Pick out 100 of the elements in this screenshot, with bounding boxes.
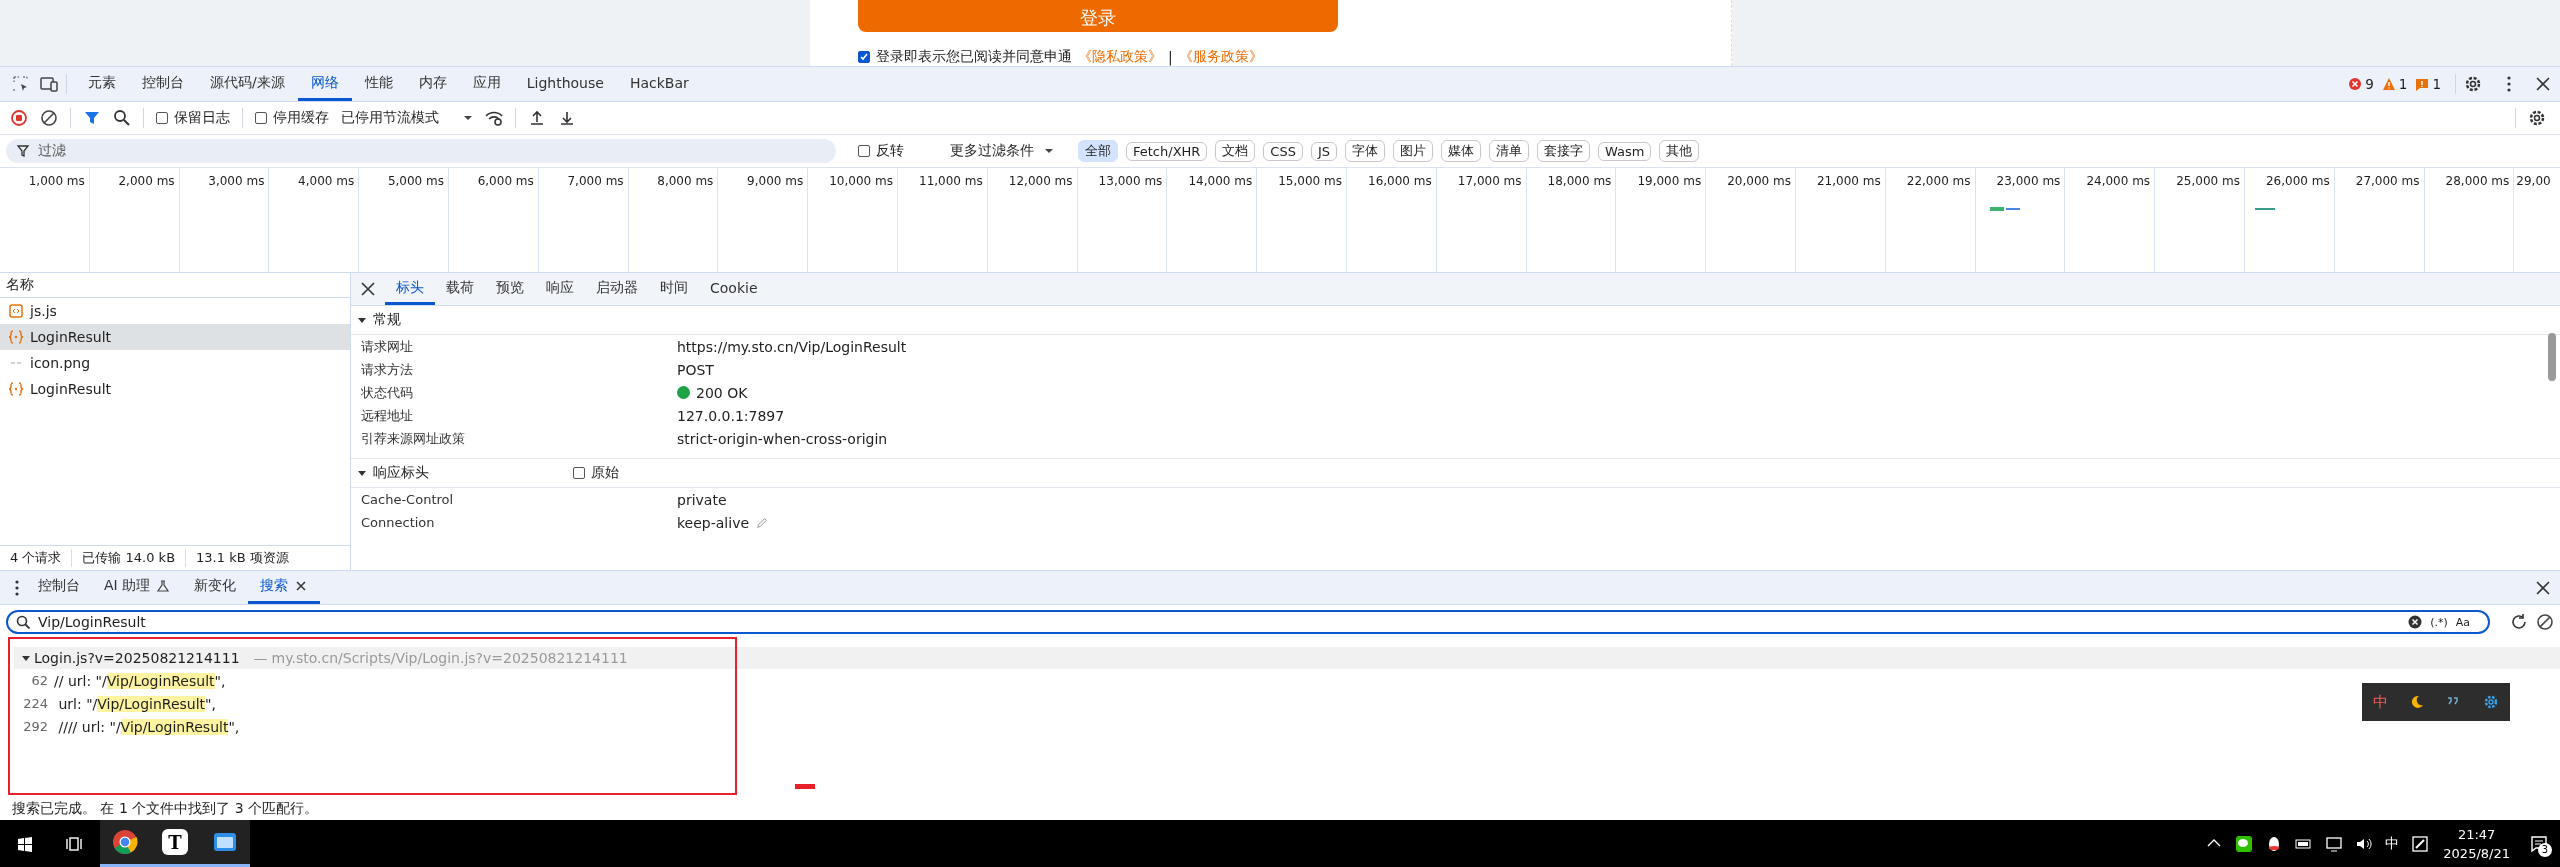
ime-indicator[interactable]: 中 — [2385, 834, 2400, 853]
checkbox-label[interactable]: 反转 — [876, 142, 904, 160]
type-filter-chip[interactable]: 套接字 — [1537, 140, 1591, 162]
time-tick: 9,000 ms — [718, 168, 809, 272]
panel-tab[interactable]: Lighthouse — [513, 67, 617, 101]
type-filter-chip[interactable]: 图片 — [1393, 140, 1434, 162]
drawer-tab[interactable]: 新变化 — [182, 571, 249, 604]
column-header[interactable]: 名称 — [0, 273, 350, 298]
checkbox-label[interactable]: 停用缓存 — [273, 109, 329, 127]
type-filter-chip[interactable]: Fetch/XHR — [1126, 141, 1208, 161]
more-filters-dropdown[interactable]: 更多过滤条件 — [950, 142, 1054, 160]
type-filter-chip[interactable]: Wasm — [1598, 141, 1652, 161]
checkbox[interactable] — [156, 112, 168, 124]
search-field[interactable]: Vip/LoginResult (.*) Aa — [6, 610, 2490, 634]
regex-toggle[interactable]: (.*) — [2430, 615, 2448, 629]
time-tick: 12,000 ms — [987, 168, 1078, 272]
expand-toggle[interactable] — [22, 654, 30, 662]
checkbox[interactable] — [858, 51, 870, 63]
checkbox[interactable] — [573, 467, 585, 479]
scrollbar-thumb[interactable] — [2548, 333, 2556, 381]
type-filter-chip[interactable]: 其他 — [1659, 140, 1700, 162]
drawer-tab[interactable]: 控制台 — [26, 571, 92, 604]
panel-tab[interactable]: 应用 — [459, 67, 514, 101]
ime-mode-toggle[interactable]: 中 — [2372, 692, 2388, 712]
chat-app-icon[interactable] — [2235, 834, 2254, 853]
warning-count[interactable]: 1 — [2398, 76, 2408, 92]
info-count[interactable]: 1 — [2432, 76, 2441, 92]
drawer-tab[interactable]: 搜索 — [248, 571, 321, 604]
taskbar-app[interactable]: T — [150, 820, 200, 867]
taskbar-app[interactable] — [100, 820, 150, 867]
panel-tab[interactable]: 控制台 — [129, 67, 197, 101]
checkbox[interactable] — [255, 112, 267, 124]
close-icon[interactable] — [294, 579, 309, 593]
taskbar-app[interactable] — [200, 820, 250, 867]
panel-tab[interactable]: 内存 — [405, 67, 460, 101]
type-filter-chip[interactable]: 文档 — [1215, 140, 1256, 162]
checkbox-label[interactable]: 保留日志 — [174, 109, 230, 127]
request-row[interactable]: icon.png — [0, 350, 350, 376]
detail-tab[interactable]: 时间 — [649, 273, 699, 305]
search-status: 搜索已完成。 在 1 个文件中找到了 3 个匹配行。 — [11, 799, 320, 818]
error-count[interactable]: 9 — [2365, 76, 2374, 92]
checkbox-label[interactable]: 原始 — [591, 464, 619, 482]
issue-icon[interactable] — [2415, 77, 2430, 91]
close-icon[interactable] — [2534, 578, 2552, 597]
request-row[interactable]: LoginResult — [0, 376, 350, 402]
throttling-dropdown[interactable]: 已停用节流模式 — [341, 109, 473, 127]
checkbox[interactable] — [858, 145, 870, 157]
detail-tab[interactable]: Cookie — [699, 273, 769, 305]
download-icon[interactable] — [558, 109, 576, 127]
drawer-tab[interactable]: AI 助理 — [92, 571, 183, 604]
refresh-icon[interactable] — [2510, 613, 2528, 631]
time-tick: 29,00 — [2515, 173, 2552, 190]
search-icon[interactable] — [113, 109, 131, 127]
settings-icon[interactable] — [2464, 75, 2482, 93]
panel-tab[interactable]: 性能 — [351, 67, 406, 101]
filter-field[interactable]: 过滤 — [6, 139, 836, 163]
notification-icon[interactable] — [2530, 834, 2548, 853]
request-row[interactable]: LoginResult — [0, 324, 350, 350]
filter-icon[interactable] — [83, 109, 101, 127]
clear-icon[interactable] — [40, 109, 58, 127]
error-icon[interactable] — [2348, 77, 2363, 91]
network-conditions-icon[interactable] — [485, 109, 503, 127]
warning-icon[interactable] — [2381, 77, 2396, 91]
device-icon[interactable] — [40, 75, 58, 93]
clear-input-icon[interactable] — [2408, 615, 2423, 629]
detail-tab[interactable]: 预览 — [485, 273, 535, 305]
panel-tab[interactable]: 网络 — [297, 67, 352, 101]
panel-tab[interactable]: 元素 — [75, 67, 129, 101]
type-filter-chip[interactable]: JS — [1310, 141, 1338, 161]
settings-icon[interactable] — [2528, 109, 2546, 127]
section-title[interactable]: 常规 — [373, 311, 401, 329]
taskbar-clock[interactable]: 21:47 2025/8/21 — [2443, 824, 2510, 863]
panel-tab[interactable]: 源代码/来源 — [197, 67, 298, 101]
detail-tab[interactable]: 启动器 — [585, 273, 649, 305]
type-filter-chip[interactable]: CSS — [1263, 141, 1303, 161]
detail-tab[interactable]: 响应 — [535, 273, 585, 305]
panel-tab[interactable]: HackBar — [616, 67, 702, 101]
clear-icon[interactable] — [2536, 613, 2554, 631]
inspect-icon[interactable] — [12, 75, 30, 93]
section-toggle-icon[interactable] — [357, 315, 367, 325]
request-row[interactable]: js.js — [0, 298, 350, 324]
pen-icon[interactable] — [2411, 834, 2430, 853]
result-file-name[interactable]: Login.js?v=20250821214111 — [34, 650, 240, 666]
section-title[interactable]: 响应标头 — [373, 464, 429, 482]
type-filter-chip[interactable]: 媒体 — [1441, 140, 1482, 162]
type-filter-chip[interactable]: 字体 — [1345, 140, 1386, 162]
upload-icon[interactable] — [528, 109, 546, 127]
detail-tab[interactable]: 载荷 — [435, 273, 485, 305]
monitor-icon[interactable] — [2325, 834, 2344, 853]
windows-start-icon[interactable] — [16, 834, 34, 853]
task-view-icon[interactable] — [66, 834, 84, 853]
close-icon[interactable] — [2534, 75, 2552, 93]
record-icon[interactable] — [10, 109, 28, 127]
section-toggle-icon[interactable] — [357, 468, 367, 478]
type-filter-chip[interactable]: 清单 — [1489, 140, 1530, 162]
detail-tab[interactable]: 标头 — [385, 273, 435, 305]
match-case-toggle[interactable]: Aa — [2455, 615, 2470, 629]
header-name: Cache-Control — [361, 492, 455, 507]
close-icon[interactable] — [359, 280, 377, 298]
type-filter-chip[interactable]: 全部 — [1078, 140, 1118, 162]
